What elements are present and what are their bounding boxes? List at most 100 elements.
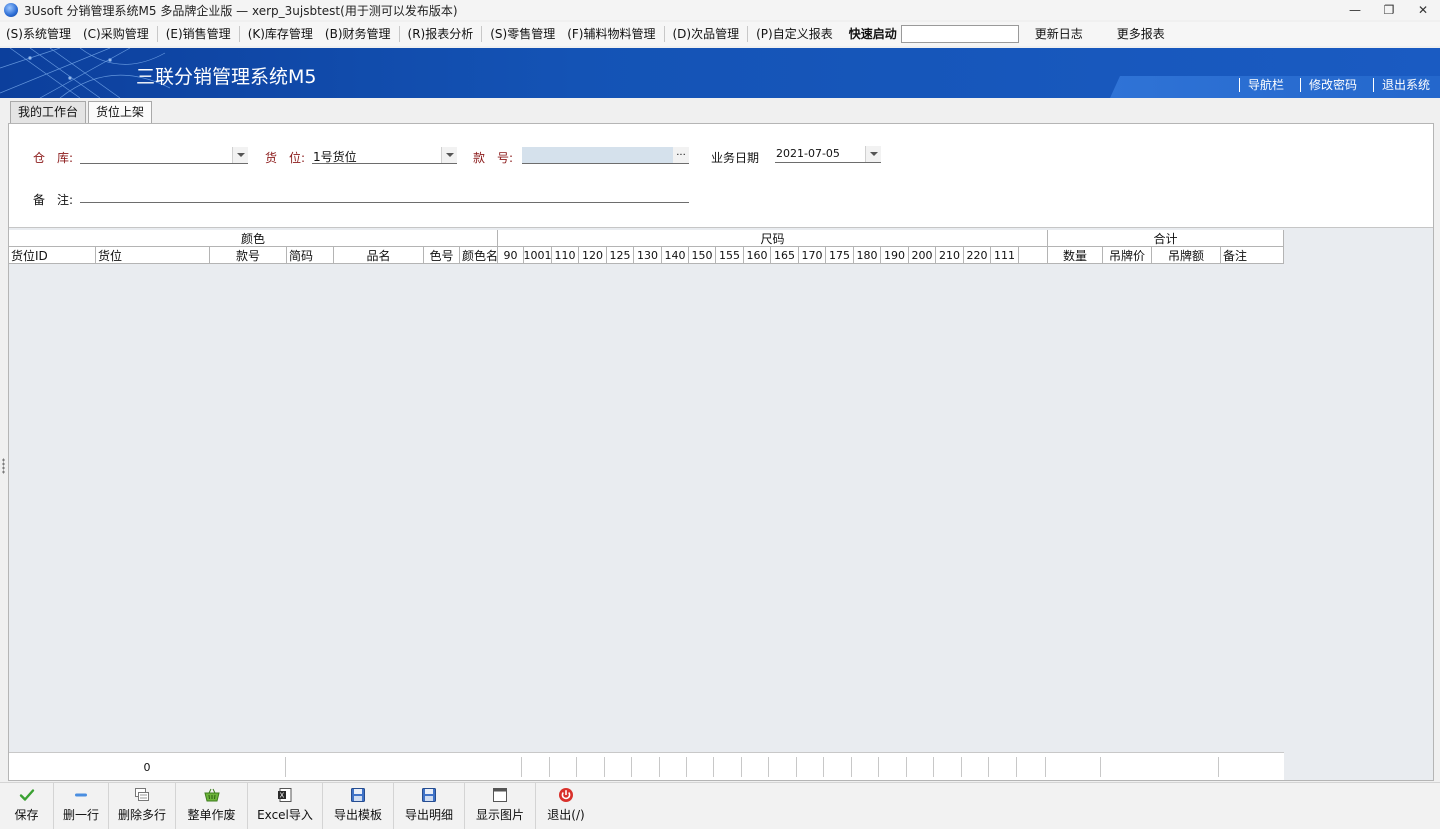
window-icon <box>492 787 508 803</box>
column-short-code[interactable]: 简码 <box>287 247 334 264</box>
save-button-label: 保存 <box>14 808 39 822</box>
chevron-down-icon[interactable] <box>232 147 248 163</box>
restore-button[interactable]: ❐ <box>1372 0 1406 20</box>
size-column[interactable]: 1001 <box>524 247 552 264</box>
size-column[interactable]: 220 <box>964 247 991 264</box>
nav-bar-link[interactable]: 导航栏 <box>1238 78 1290 92</box>
column-tag-price[interactable]: 吊牌价 <box>1103 247 1152 264</box>
column-color-name[interactable]: 颜色名 <box>460 247 498 264</box>
menu-inventory[interactable]: (K)库存管理 <box>242 22 319 46</box>
close-button[interactable]: ✕ <box>1406 0 1440 20</box>
menu-finance[interactable]: (B)财务管理 <box>319 22 397 46</box>
size-column[interactable]: 140 <box>662 247 689 264</box>
menu-system[interactable]: (S)系统管理 <box>0 22 77 46</box>
ellipsis-icon[interactable]: ··· <box>673 147 689 163</box>
size-column[interactable]: 90 <box>498 247 524 264</box>
size-column[interactable]: 130 <box>634 247 662 264</box>
size-column[interactable]: 120 <box>579 247 607 264</box>
remark-label: 备 注: <box>33 193 74 207</box>
size-column[interactable]: 175 <box>826 247 854 264</box>
remark-input[interactable] <box>80 187 689 203</box>
grid-body[interactable] <box>9 265 1284 751</box>
size-column[interactable]: 125 <box>607 247 634 264</box>
column-remark[interactable]: 备注 <box>1221 247 1284 264</box>
export-details-button[interactable]: 导出明细 <box>394 783 465 829</box>
footer-cell <box>989 757 1017 777</box>
floppy-icon <box>350 787 366 803</box>
exit-system-link[interactable]: 退出系统 <box>1372 78 1436 92</box>
column-color-code[interactable]: 色号 <box>424 247 460 264</box>
size-column[interactable]: 210 <box>936 247 964 264</box>
window-title: 3Usoft 分销管理系统M5 多品牌企业版 — xerp_3ujsbtest(… <box>24 3 458 18</box>
menu-separator <box>663 26 665 42</box>
size-column[interactable] <box>1019 247 1048 264</box>
menu-separator <box>747 26 749 42</box>
size-column[interactable]: 150 <box>689 247 716 264</box>
show-picture-button[interactable]: 显示图片 <box>465 783 536 829</box>
size-column[interactable]: 111 <box>991 247 1019 264</box>
size-column[interactable]: 155 <box>716 247 744 264</box>
delete-multiple-rows-button[interactable]: 删除多行 <box>109 783 176 829</box>
menu-retail[interactable]: (S)零售管理 <box>484 22 561 46</box>
header-banner: 三联分销管理系统M5 导航栏 修改密码 退出系统 <box>0 48 1440 98</box>
menu-custom-reports[interactable]: (P)自定义报表 <box>750 22 839 46</box>
quick-launch-input[interactable] <box>900 25 1019 43</box>
size-column[interactable]: 160 <box>744 247 771 264</box>
banner-links: 导航栏 修改密码 退出系统 <box>1229 78 1436 92</box>
more-reports-link[interactable]: 更多报表 <box>1111 22 1171 46</box>
menu-defects[interactable]: (D)次品管理 <box>667 22 746 46</box>
grid-footer: 0 <box>9 752 1284 780</box>
footer-cell <box>577 757 605 777</box>
void-order-button[interactable]: 整单作废 <box>176 783 248 829</box>
column-location-id[interactable]: 货位ID <box>9 247 96 264</box>
floppy-icon <box>421 787 437 803</box>
menu-bar: (S)系统管理 (C)采购管理 (E)销售管理 (K)库存管理 (B)财务管理 … <box>0 22 1440 46</box>
size-column[interactable]: 200 <box>909 247 936 264</box>
size-column[interactable]: 180 <box>854 247 881 264</box>
warehouse-combo[interactable] <box>80 147 248 164</box>
location-label: 货 位: <box>265 151 306 165</box>
size-column[interactable]: 170 <box>799 247 826 264</box>
footer-cell <box>1046 757 1101 777</box>
tab-my-workspace[interactable]: 我的工作台 <box>10 101 87 123</box>
size-column[interactable]: 165 <box>771 247 799 264</box>
column-style-number[interactable]: 款号 <box>210 247 287 264</box>
tab-location-shelving[interactable]: 货位上架 <box>88 101 153 124</box>
column-product-name[interactable]: 品名 <box>334 247 424 264</box>
excel-import-button[interactable]: X Excel导入 <box>248 783 323 829</box>
export-template-button[interactable]: 导出模板 <box>323 783 394 829</box>
business-date-picker[interactable]: 2021-07-05 <box>775 146 881 163</box>
chevron-down-icon[interactable] <box>441 147 457 163</box>
exit-button[interactable]: 退出(/) <box>536 783 596 829</box>
check-icon <box>19 787 35 803</box>
column-quantity[interactable]: 数量 <box>1048 247 1103 264</box>
footer-cell <box>286 757 522 777</box>
location-combo[interactable]: 1号货位 <box>312 147 457 164</box>
footer-record-count: 0 <box>9 757 286 777</box>
delete-row-button[interactable]: 删一行 <box>54 783 109 829</box>
menu-separator <box>398 26 400 42</box>
splitter-handle[interactable] <box>2 458 5 474</box>
menu-materials[interactable]: (F)辅料物料管理 <box>561 22 661 46</box>
size-column[interactable]: 110 <box>552 247 579 264</box>
style-number-field[interactable]: ··· <box>522 147 689 164</box>
footer-cell <box>605 757 632 777</box>
change-password-link[interactable]: 修改密码 <box>1299 78 1363 92</box>
minimize-button[interactable]: — <box>1338 0 1372 20</box>
update-log-link[interactable]: 更新日志 <box>1029 22 1089 46</box>
group-header-size: 尺码 <box>498 230 1048 247</box>
footer-cell <box>550 757 577 777</box>
column-location[interactable]: 货位 <box>96 247 210 264</box>
column-tag-amount[interactable]: 吊牌额 <box>1152 247 1221 264</box>
save-button[interactable]: 保存 <box>0 783 54 829</box>
form-area: 仓 库: 货 位: 1号货位 款 号: ··· 业务日期 2021-07-05 … <box>9 124 1433 228</box>
menu-sales[interactable]: (E)销售管理 <box>160 22 237 46</box>
chevron-down-icon[interactable] <box>865 146 881 162</box>
group-header-total: 合计 <box>1048 230 1284 247</box>
power-icon <box>558 787 574 803</box>
menu-reports[interactable]: (R)报表分析 <box>402 22 480 46</box>
menu-purchase[interactable]: (C)采购管理 <box>77 22 155 46</box>
group-header-color: 颜色 <box>9 230 498 247</box>
size-column[interactable]: 190 <box>881 247 909 264</box>
menu-separator <box>156 26 158 42</box>
